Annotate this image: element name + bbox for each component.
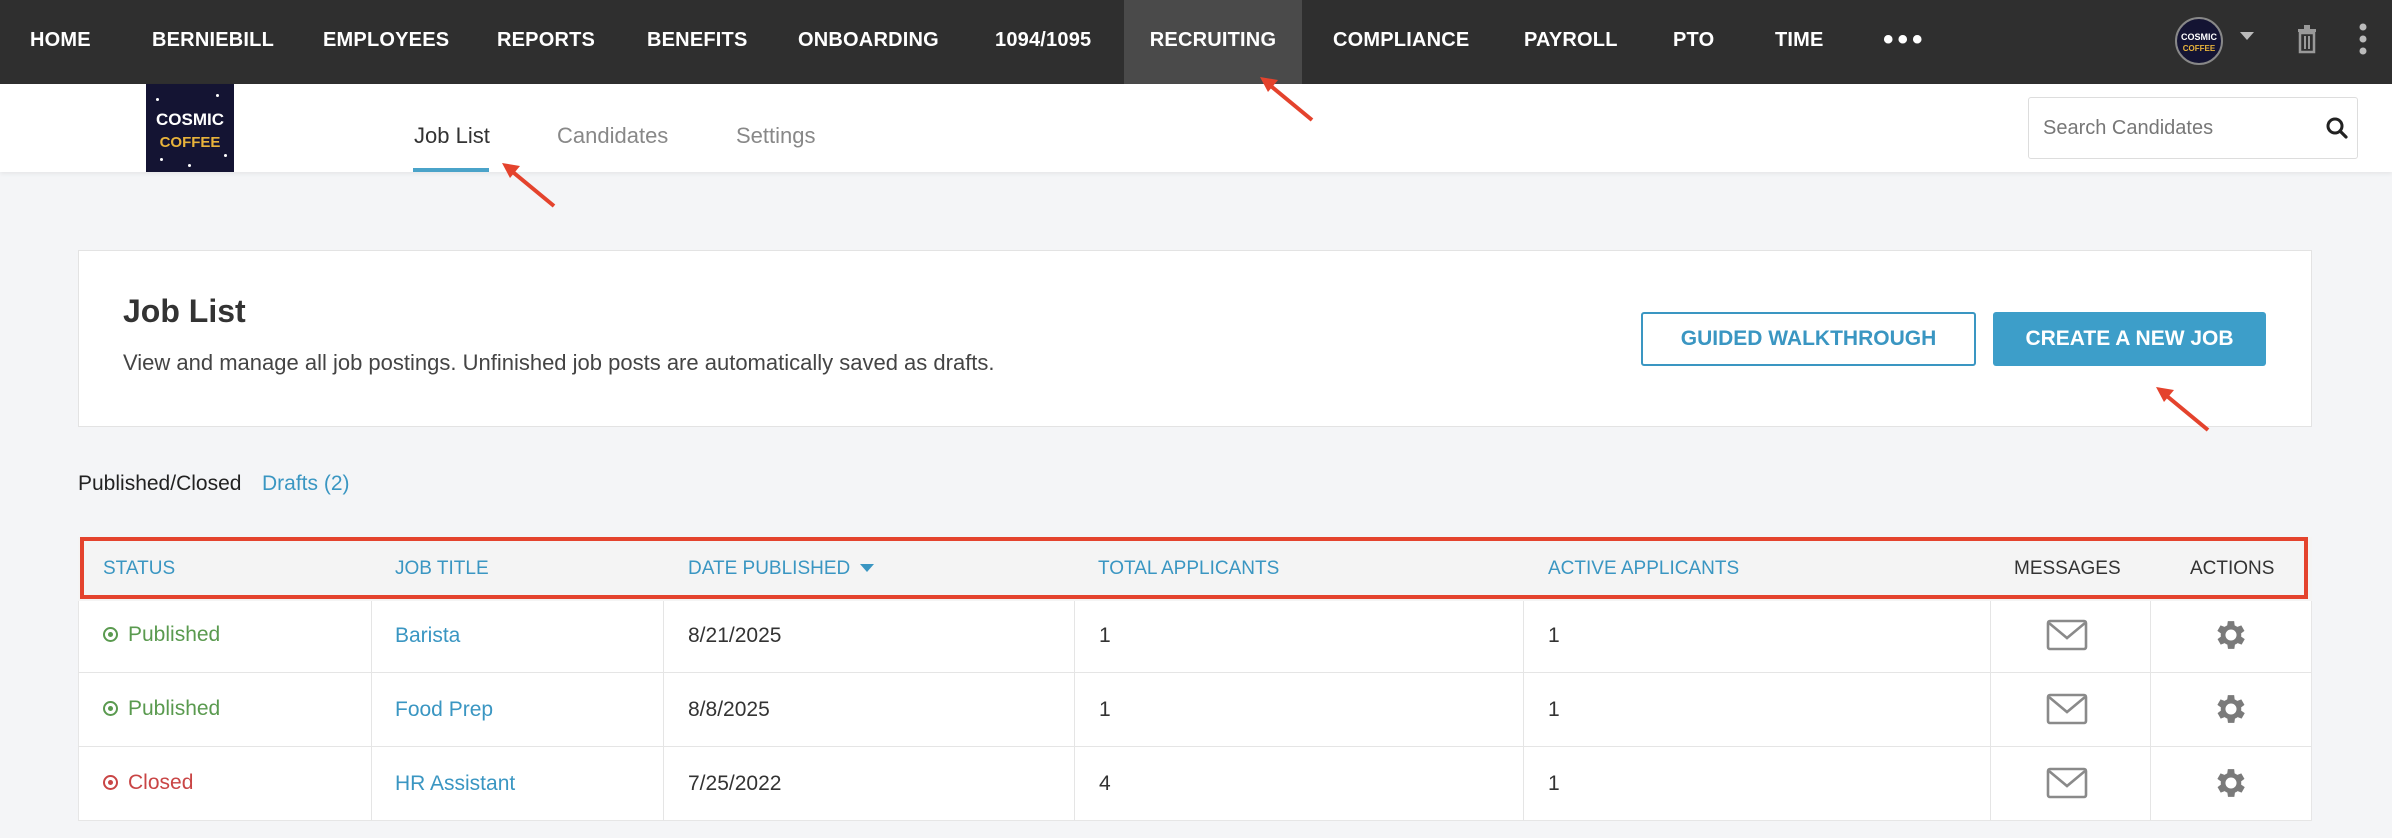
page-description: View and manage all job postings. Unfini…	[123, 350, 995, 375]
status-badge: Closed	[103, 771, 193, 795]
nav-reports[interactable]: REPORTS	[497, 0, 595, 84]
search-box	[2028, 97, 2358, 159]
envelope-icon[interactable]	[2046, 619, 2088, 651]
search-icon[interactable]	[2325, 116, 2349, 140]
nav-recruiting[interactable]: RECRUITING	[1124, 0, 1302, 84]
date-published: 8/21/2025	[688, 624, 782, 647]
job-title-link[interactable]: Food Prep	[395, 698, 493, 722]
date-published: 8/8/2025	[688, 698, 770, 721]
trash-icon[interactable]	[2296, 24, 2318, 54]
annotation-arrow-icon	[2156, 387, 2210, 432]
kebab-menu-icon[interactable]	[2358, 22, 2368, 58]
logo-line2: COFFEE	[159, 134, 221, 151]
total-applicants: 1	[1099, 698, 1111, 721]
tab-settings[interactable]: Settings	[736, 84, 816, 172]
envelope-icon[interactable]	[2046, 693, 2088, 725]
avatar-line1: COSMIC	[2181, 32, 2217, 42]
avatar[interactable]: COSMIC COFFEE	[2175, 17, 2223, 65]
nav-1094-1095[interactable]: 1094/1095	[995, 0, 1091, 84]
annotation-arrow-icon	[502, 163, 556, 208]
chevron-down-icon[interactable]	[2240, 32, 2254, 40]
nav-more-menu[interactable]: •••	[1883, 0, 1927, 84]
job-title-link[interactable]: HR Assistant	[395, 772, 515, 796]
tab-job-list[interactable]: Job List	[414, 84, 490, 172]
job-title-link[interactable]: Barista	[395, 624, 460, 648]
date-published: 7/25/2022	[688, 772, 782, 795]
annotation-arrow-icon	[1260, 77, 1314, 122]
guided-walkthrough-button[interactable]: GUIDED WALKTHROUGH	[1641, 312, 1976, 366]
active-applicants: 1	[1548, 772, 1560, 795]
annotation-highlight-box	[80, 537, 2308, 599]
nav-berniebill[interactable]: BERNIEBILL	[152, 0, 274, 84]
nav-compliance[interactable]: COMPLIANCE	[1333, 0, 1469, 84]
logo-line1: COSMIC	[156, 110, 224, 129]
filter-published-closed[interactable]: Published/Closed	[78, 472, 241, 496]
tab-candidates[interactable]: Candidates	[557, 84, 668, 172]
gear-icon[interactable]	[2212, 690, 2250, 728]
envelope-icon[interactable]	[2046, 767, 2088, 799]
gear-icon[interactable]	[2212, 764, 2250, 802]
status-badge: Published	[103, 697, 220, 721]
create-new-job-button[interactable]: CREATE A NEW JOB	[1993, 312, 2266, 366]
nav-pto[interactable]: PTO	[1673, 0, 1714, 84]
active-tab-indicator	[413, 168, 489, 172]
status-text: Closed	[128, 771, 194, 794]
status-published-icon	[103, 627, 118, 642]
nav-benefits[interactable]: BENEFITS	[647, 0, 748, 84]
company-logo: COSMIC COFFEE	[146, 84, 234, 172]
status-text: Published	[128, 623, 221, 646]
status-badge: Published	[103, 623, 220, 647]
nav-payroll[interactable]: PAYROLL	[1524, 0, 1618, 84]
page-title: Job List	[123, 293, 246, 329]
nav-time[interactable]: TIME	[1775, 0, 1824, 84]
active-applicants: 1	[1548, 624, 1560, 647]
nav-employees[interactable]: EMPLOYEES	[323, 0, 449, 84]
nav-home[interactable]: HOME	[30, 0, 91, 84]
avatar-line2: COFFEE	[2182, 44, 2216, 53]
search-input[interactable]	[2029, 98, 2309, 158]
active-applicants: 1	[1548, 698, 1560, 721]
total-applicants: 4	[1099, 772, 1111, 795]
job-list-header-card	[78, 250, 2312, 427]
status-published-icon	[103, 701, 118, 716]
nav-onboarding[interactable]: ONBOARDING	[798, 0, 939, 84]
status-closed-icon	[103, 775, 118, 790]
status-text: Published	[128, 697, 221, 720]
total-applicants: 1	[1099, 624, 1111, 647]
filter-drafts[interactable]: Drafts (2)	[262, 472, 350, 496]
gear-icon[interactable]	[2212, 616, 2250, 654]
